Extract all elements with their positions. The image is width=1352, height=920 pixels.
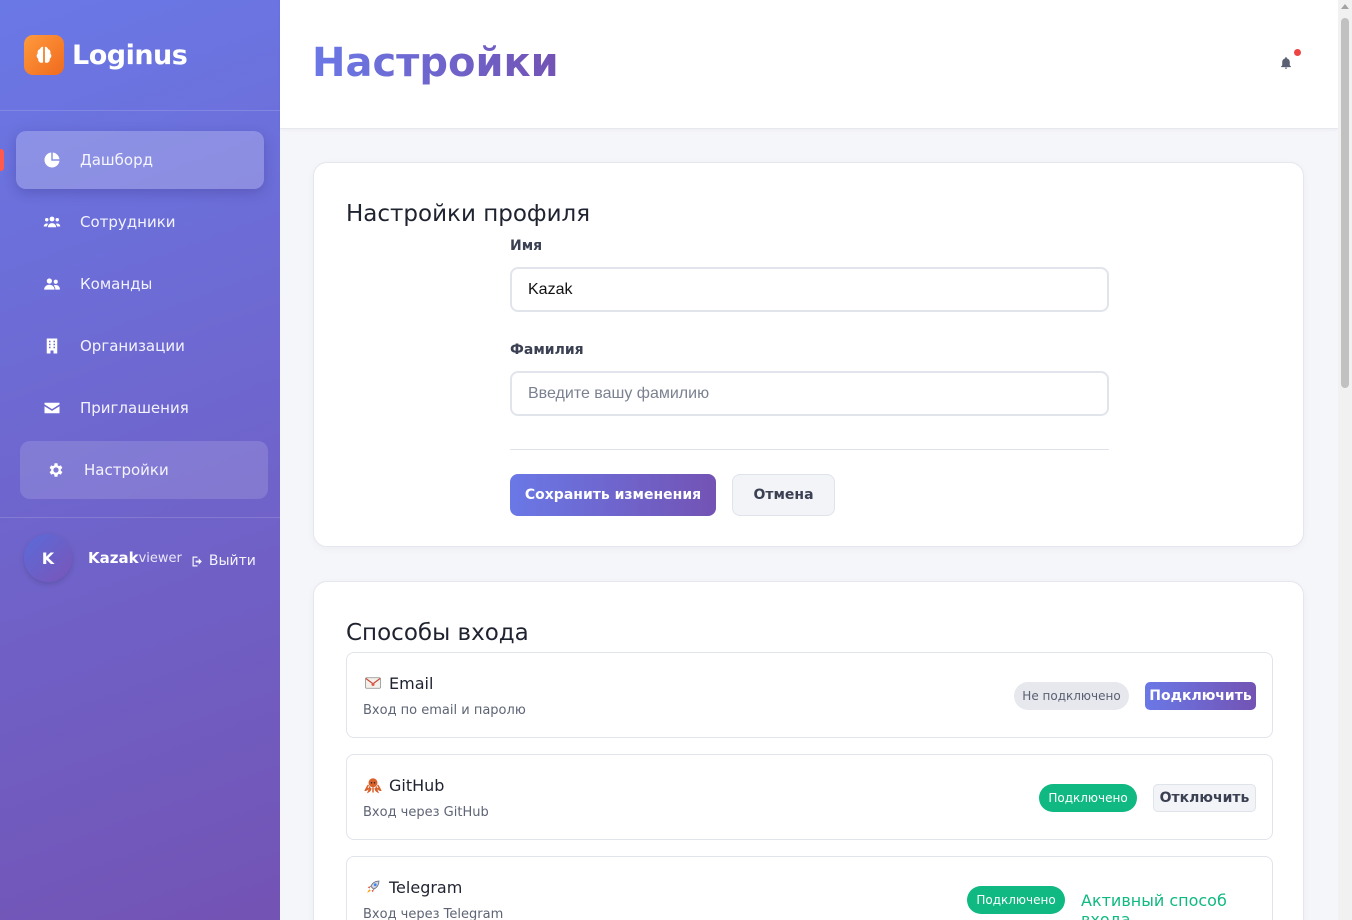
logout-button[interactable]: Выйти <box>190 553 256 569</box>
sidebar-item-label: Сотрудники <box>80 213 176 231</box>
logout-label: Выйти <box>208 553 256 569</box>
building-icon <box>42 336 62 356</box>
sidebar-item-dashboard[interactable]: Дашборд <box>0 131 264 189</box>
users-icon <box>42 212 62 232</box>
first-name-field[interactable] <box>510 267 1109 312</box>
octopus-icon <box>363 775 383 795</box>
sidebar-item-settings[interactable]: Настройки <box>20 441 268 499</box>
status-badge: Не подключено <box>1014 682 1129 710</box>
first-name-label: Имя <box>510 238 543 254</box>
connect-button[interactable]: Подключить <box>1145 682 1256 710</box>
page-title: Настройки <box>312 40 559 86</box>
status-badge: Подключено <box>967 886 1065 914</box>
sidebar-item-invitations[interactable]: Приглашения <box>16 379 264 437</box>
cancel-button[interactable]: Отмена <box>732 474 835 516</box>
login-methods-card: Способы входа Email Вход по email и паро… <box>313 581 1304 920</box>
form-divider <box>510 449 1109 450</box>
method-name: GitHub <box>389 775 445 795</box>
profile-settings-card: Настройки профиля Имя Фамилия Сохранить … <box>313 162 1304 547</box>
brand-name: Loginus <box>72 39 188 71</box>
sidebar-nav: Дашборд Сотрудники Команды Организации П… <box>0 111 280 499</box>
disconnect-button[interactable]: Отключить <box>1153 784 1256 812</box>
status-badge: Подключено <box>1039 784 1137 812</box>
avatar[interactable]: K <box>24 534 72 582</box>
sidebar-item-label: Организации <box>80 337 185 355</box>
sidebar-item-label: Настройки <box>84 461 169 479</box>
notification-dot <box>1294 49 1301 56</box>
brand[interactable]: Loginus <box>0 0 280 111</box>
page-header: Настройки <box>280 0 1338 129</box>
brain-icon <box>24 35 64 75</box>
last-name-field[interactable] <box>510 371 1109 416</box>
team-icon <box>42 274 62 294</box>
method-description: Вход через Telegram <box>363 907 504 920</box>
sidebar-item-label: Дашборд <box>80 151 153 169</box>
profile-settings-title: Настройки профиля <box>346 201 591 227</box>
save-button[interactable]: Сохранить изменения <box>510 474 716 516</box>
envelope-icon <box>363 673 383 693</box>
sidebar-item-label: Приглашения <box>80 399 189 417</box>
gear-icon <box>46 460 66 480</box>
sidebar-item-organizations[interactable]: Организации <box>16 317 264 375</box>
scroll-up-arrow-icon[interactable] <box>1341 4 1349 9</box>
bell-icon[interactable] <box>1279 55 1295 73</box>
sidebar-item-employees[interactable]: Сотрудники <box>16 193 264 251</box>
pie-chart-icon <box>42 150 62 170</box>
scrollbar-thumb[interactable] <box>1341 18 1349 388</box>
login-method-github: GitHub Вход через GitHub Подключено Откл… <box>346 754 1273 840</box>
sidebar-item-teams[interactable]: Команды <box>16 255 264 313</box>
login-method-email: Email Вход по email и паролю Не подключе… <box>346 652 1273 738</box>
login-method-telegram: Telegram Вход через Telegram Подключено … <box>346 856 1273 920</box>
method-description: Вход по email и паролю <box>363 703 526 718</box>
sidebar-item-label: Команды <box>80 275 153 293</box>
rocket-icon <box>363 877 383 897</box>
user-role: viewer <box>138 550 182 566</box>
login-methods-title: Способы входа <box>346 620 529 646</box>
envelope-icon <box>42 398 62 418</box>
sidebar: Loginus Дашборд Сотрудники Команды Орган… <box>0 0 280 920</box>
method-description: Вход через GitHub <box>363 805 489 820</box>
method-name: Telegram <box>389 877 463 897</box>
scrollbar[interactable] <box>1338 0 1352 920</box>
method-name: Email <box>389 673 434 693</box>
active-method-label: Активный способ входа <box>1081 891 1227 920</box>
user-panel: K Kazak viewer Выйти <box>0 517 280 582</box>
logout-icon <box>192 556 202 566</box>
last-name-label: Фамилия <box>510 342 584 358</box>
user-name: Kazak <box>88 549 139 567</box>
